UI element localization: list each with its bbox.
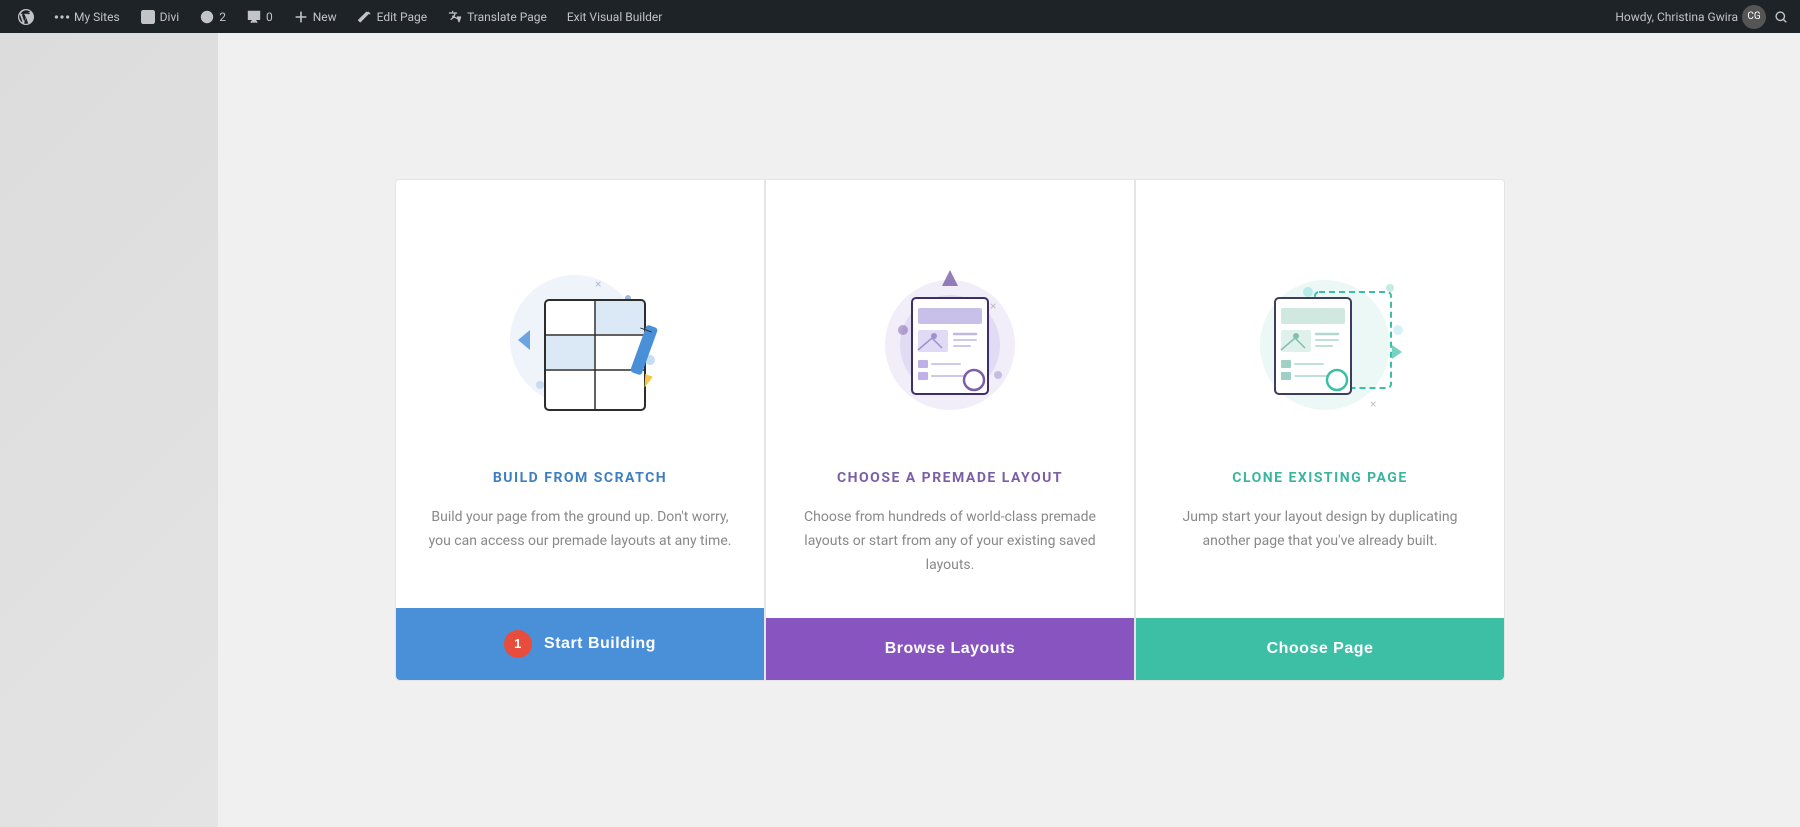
search-button[interactable] — [1770, 6, 1792, 28]
divi-label: Divi — [160, 10, 180, 24]
edit-page-menu[interactable]: Edit Page — [347, 0, 437, 33]
avatar[interactable]: CG — [1742, 5, 1766, 29]
card3-desc: Jump start your layout design by duplica… — [1166, 506, 1474, 594]
edit-page-label: Edit Page — [377, 10, 427, 24]
revisions-menu[interactable]: 2 — [189, 0, 236, 33]
svg-text:×: × — [990, 299, 996, 313]
svg-text:×: × — [595, 277, 601, 291]
browse-layouts-button[interactable]: Browse Layouts — [766, 618, 1134, 680]
user-info: Howdy, Christina Gwira CG — [1615, 5, 1792, 29]
translate-page-label: Translate Page — [467, 10, 547, 24]
cards-container: × — [380, 179, 1520, 680]
card1-desc: Build your page from the ground up. Don'… — [426, 506, 734, 594]
svg-text:×: × — [1370, 397, 1376, 411]
start-building-label: Start Building — [544, 635, 656, 653]
card2-button-wrap: Browse Layouts — [766, 618, 1134, 680]
exit-visual-builder-menu[interactable]: Exit Visual Builder — [557, 0, 673, 33]
new-label: New — [313, 10, 337, 24]
choose-premade-layout-card: × — [765, 179, 1135, 680]
howdy-text: Howdy, Christina Gwira — [1615, 10, 1738, 24]
new-menu[interactable]: New — [283, 0, 347, 33]
card3-button-wrap: Choose Page — [1136, 618, 1504, 680]
comments-menu[interactable]: 0 — [236, 0, 283, 33]
card1-button-wrap: 1 Start Building — [396, 608, 764, 680]
clone-existing-illustration: × — [1210, 220, 1430, 440]
my-sites-label: My Sites — [74, 10, 120, 24]
left-panel-hint — [0, 33, 218, 827]
exit-visual-builder-label: Exit Visual Builder — [567, 10, 663, 24]
card3-title: CLONE EXISTING PAGE — [1232, 470, 1407, 486]
divi-menu[interactable]: Divi — [130, 0, 190, 33]
revisions-count: 2 — [219, 10, 226, 24]
browse-layouts-label: Browse Layouts — [885, 640, 1016, 658]
main-content: × — [0, 33, 1800, 827]
admin-bar: My Sites Divi 2 0 New Edit Page — [0, 0, 1800, 33]
choose-page-button[interactable]: Choose Page — [1136, 618, 1504, 680]
choose-premade-illustration: × — [840, 220, 1060, 440]
translate-page-menu[interactable]: Translate Page — [437, 0, 557, 33]
wp-logo[interactable] — [8, 0, 44, 33]
build-from-scratch-illustration: × — [470, 220, 690, 440]
build-from-scratch-card: × — [395, 179, 765, 680]
start-building-button[interactable]: 1 Start Building — [396, 608, 764, 680]
my-sites-menu[interactable]: My Sites — [44, 0, 130, 33]
card2-desc: Choose from hundreds of world-class prem… — [796, 506, 1104, 617]
start-building-badge: 1 — [504, 630, 532, 658]
comments-count: 0 — [266, 10, 273, 24]
choose-page-label: Choose Page — [1267, 640, 1374, 658]
clone-existing-page-card: × — [1135, 179, 1505, 680]
card1-title: BUILD FROM SCRATCH — [493, 470, 667, 486]
card2-title: CHOOSE A PREMADE LAYOUT — [837, 470, 1063, 486]
